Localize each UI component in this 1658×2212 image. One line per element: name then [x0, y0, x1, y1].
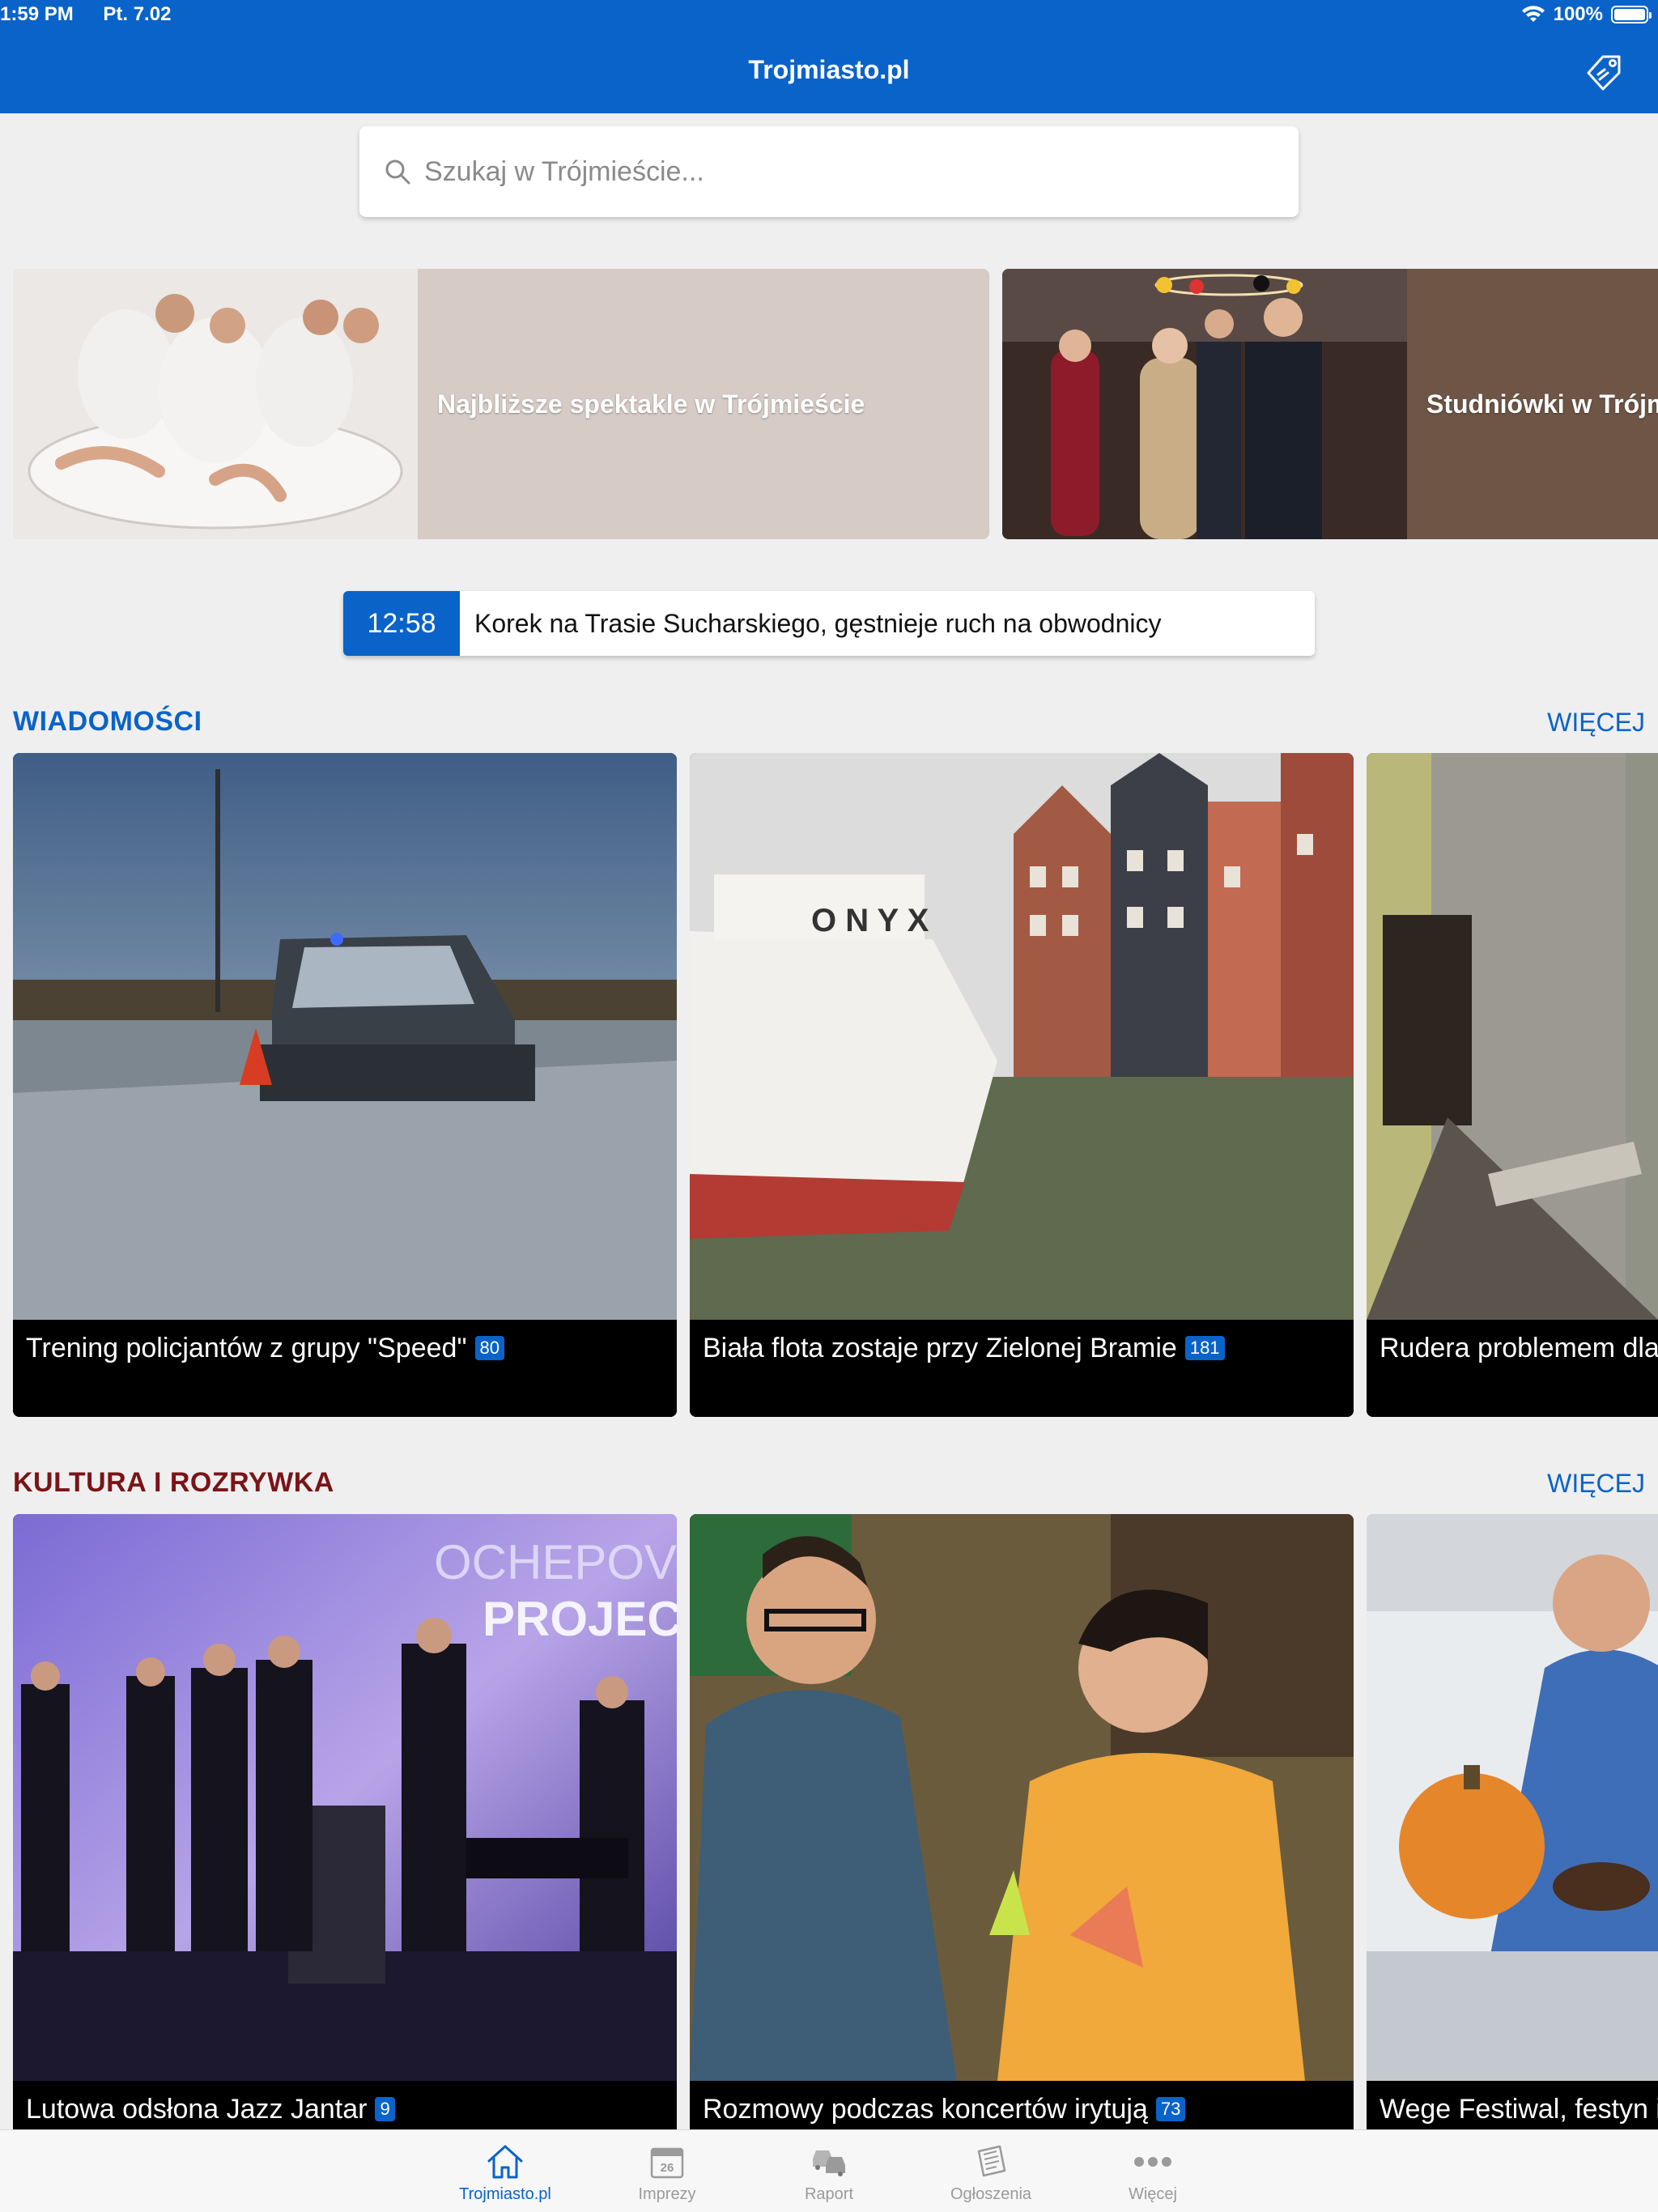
culture-carousel[interactable]: OCHEPOVS PROJECT Lutowa odsłona Jazz Jan… [13, 1514, 1658, 2129]
culture-caption-text: Rozmowy podczas koncertów irytują [703, 2094, 1148, 2125]
status-date: Pt. 7.02 [103, 3, 172, 25]
svg-text:OCHEPOVS: OCHEPOVS [434, 1535, 677, 1589]
news-caption-text: Rudera problemem dla mie [1380, 1333, 1658, 1363]
ruin-photo [1367, 753, 1658, 1320]
ticker-time: 12:58 [343, 591, 460, 656]
promo-card-proms[interactable]: Studniówki w Trójmieście [1002, 269, 1658, 539]
tab-label: Więcej [1128, 2185, 1177, 2203]
status-bar-left: 1:59 PM Pt. 7.02 [0, 3, 195, 26]
section-title-culture: KULTURA I ROZRYWKA [13, 1467, 334, 1498]
top-bar: 1:59 PM Pt. 7.02 100% Trojmiasto.pl [0, 0, 1658, 113]
traffic-ticker[interactable]: 12:58 Korek na Trasie Sucharskiego, gęst… [343, 591, 1315, 656]
tab-label: Ogłoszenia [950, 2185, 1032, 2203]
tab-home[interactable]: Trojmiasto.pl [424, 2142, 586, 2204]
more-icon [1134, 2157, 1171, 2167]
culture-more-link[interactable]: WIĘCEJ [1547, 1469, 1645, 1499]
news-card[interactable]: O N Y X Biała flota zostaje przy Zielone… [690, 753, 1354, 1417]
app-title: Trojmiasto.pl [748, 55, 910, 84]
news-caption: Biała flota zostaje przy Zielonej Bramie… [690, 1320, 1354, 1417]
news-more-link[interactable]: WIĘCEJ [1547, 708, 1645, 738]
news-carousel[interactable]: Trening policjantów z grupy "Speed" 80 O… [13, 753, 1658, 1417]
cars-icon [813, 2150, 845, 2176]
search-icon [385, 160, 410, 185]
tab-events[interactable]: 26 Imprezy [586, 2142, 748, 2204]
culture-caption-text: Wege Festiwal, festyn i uroc [1380, 2094, 1658, 2125]
culture-caption: Rozmowy podczas koncertów irytują 73 [690, 2081, 1354, 2129]
calendar-day: 26 [661, 2161, 674, 2175]
promo-label: Najbliższe spektakle w Trójmieście [437, 389, 865, 419]
jazz-concert-photo: OCHEPOVS PROJECT [13, 1514, 677, 2081]
comment-count-badge: 73 [1155, 2097, 1186, 2121]
police-car-photo [13, 753, 677, 1320]
comment-count-badge: 181 [1184, 1336, 1225, 1360]
news-caption-text: Trening policjantów z grupy "Speed" [26, 1333, 467, 1363]
battery-icon [1611, 6, 1652, 23]
ship-photo: O N Y X [690, 753, 1354, 1320]
svg-text:O N Y X: O N Y X [811, 903, 929, 938]
news-card[interactable]: Trening policjantów z grupy "Speed" 80 [13, 753, 677, 1417]
tab-label: Raport [804, 2185, 854, 2203]
tab-label: Imprezy [638, 2185, 696, 2203]
news-caption: Trening policjantów z grupy "Speed" 80 [13, 1320, 677, 1417]
search-input[interactable] [424, 155, 1234, 188]
tab-classifieds[interactable]: Ogłoszenia [910, 2142, 1072, 2204]
culture-card[interactable]: Wege Festiwal, festyn i uroc [1367, 1514, 1658, 2129]
concert-conversation-photo [690, 1514, 1354, 2081]
news-caption-text: Biała flota zostaje przy Zielonej Bramie [703, 1333, 1177, 1363]
tab-report[interactable]: Raport [748, 2142, 910, 2204]
prom-photo [1002, 269, 1407, 539]
theatre-photo [13, 269, 418, 539]
tab-bar: Trojmiasto.pl 26 Imprezy Raport Ogłoszen… [0, 2129, 1658, 2212]
promo-label: Studniówki w Trójmieście [1426, 389, 1658, 419]
culture-card[interactable]: OCHEPOVS PROJECT Lutowa odsłona Jazz Jan… [13, 1514, 677, 2129]
news-card[interactable]: Rudera problemem dla mie [1367, 753, 1658, 1417]
culture-caption-text: Lutowa odsłona Jazz Jantar [26, 2094, 368, 2125]
wifi-icon [1521, 6, 1545, 22]
tag-icon[interactable] [1580, 50, 1626, 96]
tab-more[interactable]: Więcej [1072, 2142, 1234, 2204]
newspaper-icon [977, 2145, 1006, 2177]
culture-card[interactable]: Rozmowy podczas koncertów irytują 73 [690, 1514, 1354, 2129]
promo-carousel[interactable]: Najbliższe spektakle w Trójmieście Studn… [13, 269, 1658, 539]
status-bar-right: 100% [1521, 3, 1652, 26]
battery-percent: 100% [1553, 3, 1603, 25]
news-caption: Rudera problemem dla mie [1367, 1320, 1658, 1417]
promo-card-theatre[interactable]: Najbliższe spektakle w Trójmieście [13, 269, 989, 539]
calendar-icon: 26 [650, 2147, 684, 2179]
svg-text:PROJECT: PROJECT [483, 1592, 677, 1646]
vegan-festival-photo [1367, 1514, 1658, 2081]
search-bar[interactable] [359, 126, 1299, 217]
section-title-news: WIADOMOŚCI [13, 706, 202, 737]
home-icon [487, 2145, 523, 2179]
culture-caption: Lutowa odsłona Jazz Jantar 9 [13, 2081, 677, 2129]
culture-caption: Wege Festiwal, festyn i uroc [1367, 2081, 1658, 2129]
comment-count-badge: 9 [375, 2097, 395, 2121]
ticker-message: Korek na Trasie Sucharskiego, gęstnieje … [474, 608, 1162, 638]
comment-count-badge: 80 [474, 1336, 504, 1360]
tab-label: Trojmiasto.pl [459, 2185, 551, 2203]
status-time: 1:59 PM [0, 3, 74, 25]
